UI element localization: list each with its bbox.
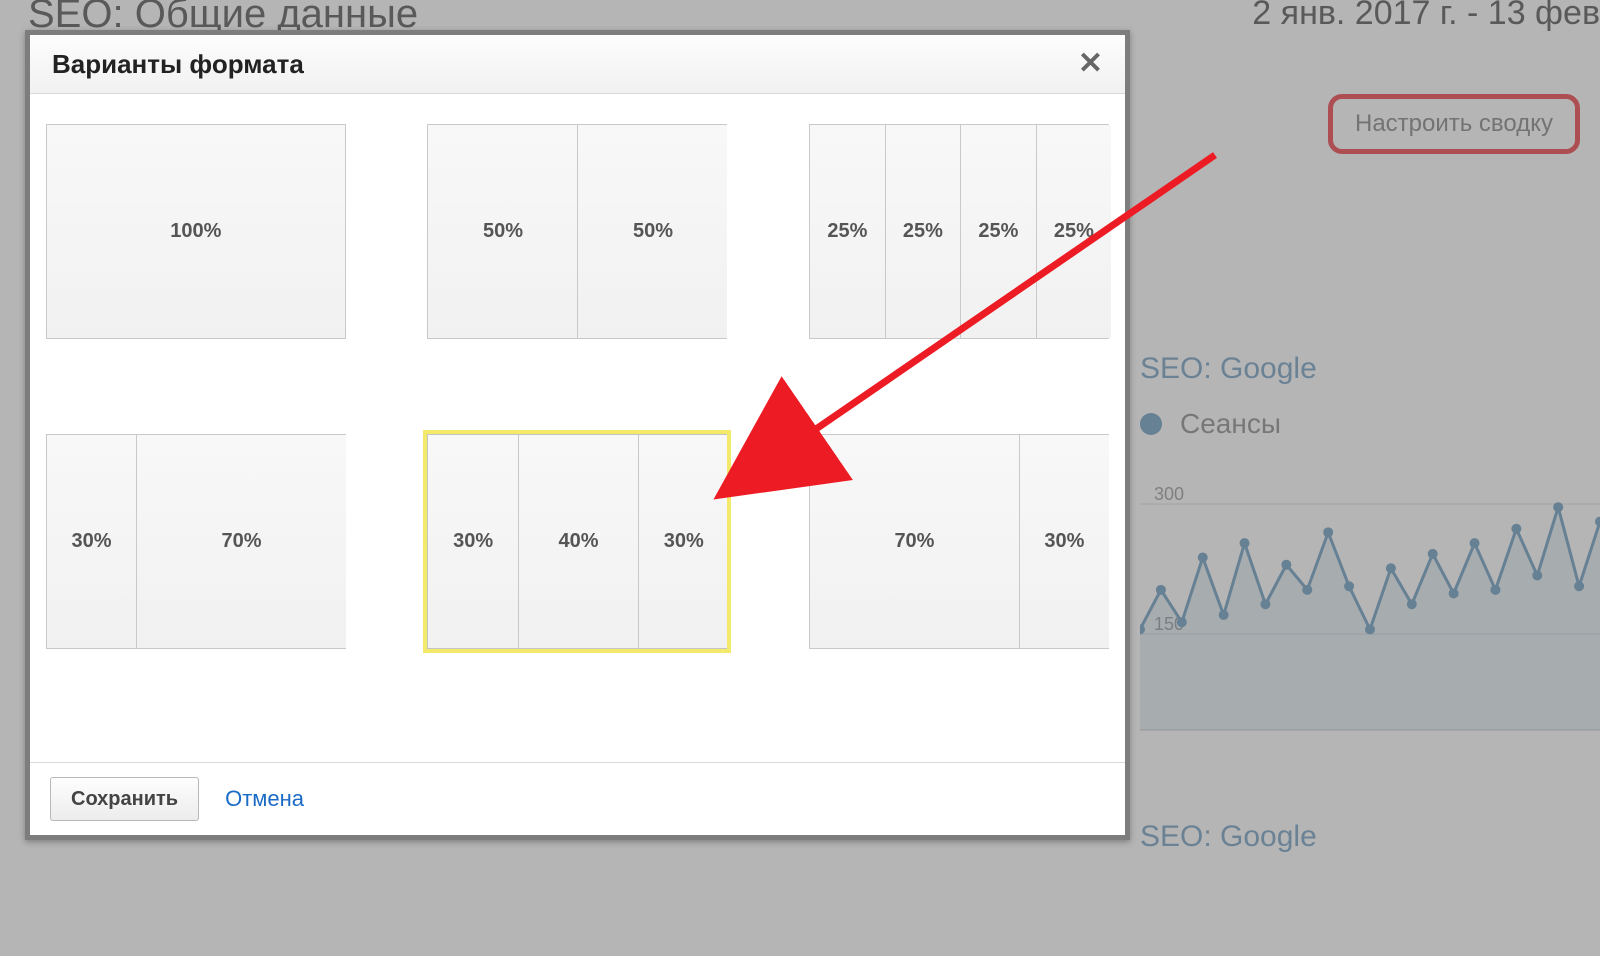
layout-col: 70% (810, 435, 1020, 648)
layout-option-2[interactable]: 25%25%25%25% (809, 124, 1109, 339)
modal-body: 100%50%50%25%25%25%25%30%70%30%40%30%70%… (30, 94, 1125, 762)
layout-col: 25% (886, 125, 962, 338)
layout-col: 100% (47, 125, 345, 338)
close-icon[interactable]: ✕ (1078, 49, 1103, 79)
layout-col: 30% (47, 435, 137, 648)
layout-option-3[interactable]: 30%70% (46, 434, 346, 649)
layout-col: 30% (639, 435, 728, 648)
layout-grid: 100%50%50%25%25%25%25%30%70%30%40%30%70%… (40, 124, 1115, 664)
save-button[interactable]: Сохранить (50, 777, 199, 821)
layout-option-4[interactable]: 30%40%30% (427, 434, 727, 649)
layout-option-1[interactable]: 50%50% (427, 124, 727, 339)
layout-option-0[interactable]: 100% (46, 124, 346, 339)
layout-col: 25% (1037, 125, 1112, 338)
layout-col: 30% (428, 435, 518, 648)
layout-col: 50% (428, 125, 578, 338)
layout-col: 25% (810, 125, 886, 338)
layout-col: 70% (137, 435, 346, 648)
layout-col: 40% (519, 435, 639, 648)
modal-header: Варианты формата ✕ (30, 35, 1125, 94)
layout-option-5[interactable]: 70%30% (809, 434, 1109, 649)
layout-col: 50% (578, 125, 727, 338)
layout-col: 30% (1020, 435, 1109, 648)
layout-col: 25% (961, 125, 1037, 338)
modal-footer: Сохранить Отмена (30, 762, 1125, 835)
modal-title: Варианты формата (52, 49, 304, 80)
cancel-link[interactable]: Отмена (225, 786, 304, 812)
layout-options-modal: Варианты формата ✕ 100%50%50%25%25%25%25… (25, 30, 1130, 840)
